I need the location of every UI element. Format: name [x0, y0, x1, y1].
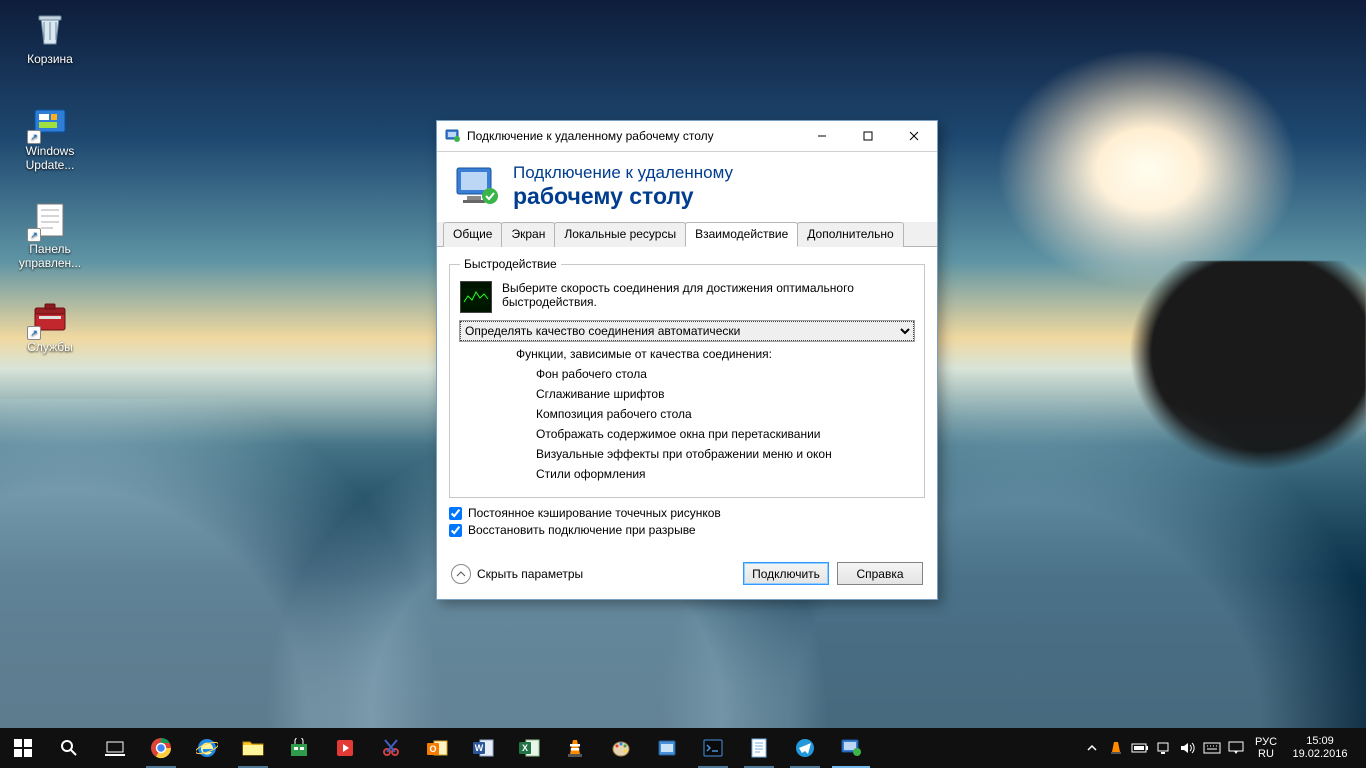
- titlebar[interactable]: Подключение к удаленному рабочему столу: [437, 121, 937, 152]
- services-icon[interactable]: ↗ Службы: [12, 296, 88, 354]
- feature-item: Отображать содержимое окна при перетаски…: [536, 427, 914, 441]
- tray-overflow-icon[interactable]: [1081, 728, 1103, 768]
- lang-short: РУС: [1255, 736, 1277, 748]
- feature-item: Фон рабочего стола: [536, 367, 914, 381]
- windows-update-icon[interactable]: ↗ Windows Update...: [12, 100, 88, 172]
- group-legend: Быстродействие: [460, 257, 561, 271]
- taskbar-terminal-icon[interactable]: [690, 728, 736, 768]
- checkbox-input[interactable]: [449, 524, 462, 537]
- tab-local-resources[interactable]: Локальные ресурсы: [554, 222, 686, 247]
- feature-item: Сглаживание шрифтов: [536, 387, 914, 401]
- taskbar-notepad-icon[interactable]: [736, 728, 782, 768]
- connection-speed-select[interactable]: Определять качество соединения автоматич…: [460, 321, 914, 341]
- start-button[interactable]: [0, 728, 46, 768]
- shortcut-arrow-icon: ↗: [27, 326, 41, 340]
- tray-battery-icon[interactable]: [1129, 728, 1151, 768]
- window-title: Подключение к удаленному рабочему столу: [467, 129, 799, 143]
- checkbox-input[interactable]: [449, 507, 462, 520]
- tab-display[interactable]: Экран: [501, 222, 555, 247]
- tray-vlc-icon[interactable]: [1105, 728, 1127, 768]
- banner-line2: рабочему столу: [513, 183, 733, 210]
- banner-line1: Подключение к удаленному: [513, 163, 733, 183]
- icon-label: Корзина: [12, 52, 88, 66]
- shortcut-arrow-icon: ↗: [27, 130, 41, 144]
- feature-item: Стили оформления: [536, 467, 914, 481]
- hide-options-label: Скрыть параметры: [477, 567, 583, 581]
- taskbar-paint-icon[interactable]: [598, 728, 644, 768]
- tray-volume-icon[interactable]: [1177, 728, 1199, 768]
- tab-experience[interactable]: Взаимодействие: [685, 222, 798, 247]
- help-button[interactable]: Справка: [837, 562, 923, 585]
- icon-label: Windows Update...: [12, 144, 88, 172]
- taskbar: O W X РУС RU 15:09 19.: [0, 728, 1366, 768]
- connect-button[interactable]: Подключить: [743, 562, 829, 585]
- tray-keyboard-icon[interactable]: [1201, 728, 1223, 768]
- taskbar-word-icon[interactable]: W: [460, 728, 506, 768]
- tab-advanced[interactable]: Дополнительно: [797, 222, 903, 247]
- features-header: Функции, зависимые от качества соединени…: [516, 347, 914, 361]
- clock-date: 19.02.2016: [1292, 748, 1347, 761]
- info-text: Выберите скорость соединения для достиже…: [502, 281, 914, 309]
- maximize-button[interactable]: [845, 121, 891, 151]
- clock-time: 15:09: [1306, 735, 1334, 748]
- checkbox-bitmap-caching[interactable]: Постоянное кэширование точечных рисунков: [449, 506, 925, 520]
- performance-group: Быстродействие Выберите скорость соедине…: [449, 257, 925, 498]
- hide-options-button[interactable]: Скрыть параметры: [451, 564, 583, 584]
- tray-network-icon[interactable]: [1153, 728, 1175, 768]
- checkbox-label: Восстановить подключение при разрыве: [468, 523, 696, 537]
- control-panel-icon[interactable]: ↗ Панель управлен...: [12, 198, 88, 270]
- remote-desktop-dialog: Подключение к удаленному рабочему столу …: [436, 120, 938, 600]
- feature-item: Композиция рабочего стола: [536, 407, 914, 421]
- tray-action-center-icon[interactable]: [1225, 728, 1247, 768]
- lang-code: RU: [1258, 748, 1274, 760]
- taskbar-store-icon[interactable]: [276, 728, 322, 768]
- svg-text:W: W: [475, 743, 484, 753]
- taskbar-app-icon[interactable]: [644, 728, 690, 768]
- task-view-button[interactable]: [92, 728, 138, 768]
- taskbar-rdp-icon[interactable]: [828, 728, 874, 768]
- rdp-icon: [445, 128, 461, 144]
- shortcut-arrow-icon: ↗: [27, 228, 41, 242]
- tray-clock[interactable]: 15:09 19.02.2016: [1285, 735, 1355, 761]
- close-button[interactable]: [891, 121, 937, 151]
- taskbar-ie-icon[interactable]: [184, 728, 230, 768]
- svg-text:O: O: [429, 744, 436, 754]
- taskbar-outlook-icon[interactable]: O: [414, 728, 460, 768]
- chevron-up-icon: [451, 564, 471, 584]
- tray-language[interactable]: РУС RU: [1249, 736, 1283, 760]
- checkbox-label: Постоянное кэширование точечных рисунков: [468, 506, 721, 520]
- icon-label: Службы: [12, 340, 88, 354]
- tab-strip: Общие Экран Локальные ресурсы Взаимодейс…: [437, 222, 937, 247]
- taskbar-snipping-icon[interactable]: [368, 728, 414, 768]
- taskbar-excel-icon[interactable]: X: [506, 728, 552, 768]
- taskbar-telegram-icon[interactable]: [782, 728, 828, 768]
- recycle-bin-icon[interactable]: Корзина: [12, 8, 88, 66]
- taskbar-movies-icon[interactable]: [322, 728, 368, 768]
- taskbar-chrome-icon[interactable]: [138, 728, 184, 768]
- minimize-button[interactable]: [799, 121, 845, 151]
- icon-label: Панель управлен...: [12, 242, 88, 270]
- taskbar-vlc-icon[interactable]: [552, 728, 598, 768]
- performance-monitor-icon: [460, 281, 492, 313]
- rdp-banner-icon: [453, 162, 501, 210]
- search-button[interactable]: [46, 728, 92, 768]
- checkbox-reconnect[interactable]: Восстановить подключение при разрыве: [449, 523, 925, 537]
- feature-item: Визуальные эффекты при отображении меню …: [536, 447, 914, 461]
- taskbar-explorer-icon[interactable]: [230, 728, 276, 768]
- tab-general[interactable]: Общие: [443, 222, 502, 247]
- svg-text:X: X: [522, 743, 528, 753]
